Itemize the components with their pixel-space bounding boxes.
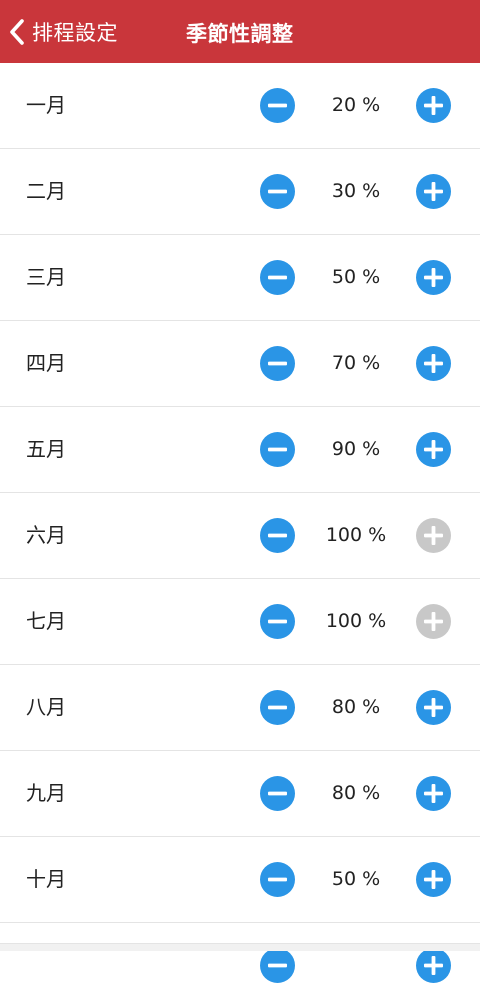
plus-circle-icon — [416, 776, 451, 811]
month-row: 七月 100 % — [0, 579, 480, 665]
decrease-button[interactable] — [260, 174, 295, 209]
decrease-button[interactable] — [260, 432, 295, 467]
month-label: 七月 — [26, 609, 66, 633]
month-row: 一月 20 % — [0, 63, 480, 149]
plus-circle-icon — [416, 518, 451, 553]
month-row: 四月 70 % — [0, 321, 480, 407]
minus-circle-icon — [260, 862, 295, 897]
minus-circle-icon — [260, 346, 295, 381]
month-label: 三月 — [26, 265, 66, 289]
decrease-button[interactable] — [260, 260, 295, 295]
percentage-value: 100 % — [325, 610, 387, 632]
increase-button[interactable] — [416, 260, 451, 295]
percentage-value: 20 % — [331, 94, 381, 116]
minus-circle-icon — [260, 174, 295, 209]
decrease-button[interactable] — [260, 862, 295, 897]
percentage-value: 70 % — [331, 352, 381, 374]
month-label: 十月 — [26, 867, 66, 891]
back-label: 排程設定 — [32, 21, 118, 45]
decrease-button[interactable] — [260, 604, 295, 639]
increase-button[interactable] — [416, 604, 451, 639]
plus-circle-icon — [416, 260, 451, 295]
back-button[interactable]: 排程設定 — [8, 14, 118, 50]
percentage-value: 80 % — [331, 696, 381, 718]
month-label: 五月 — [26, 437, 66, 461]
increase-button[interactable] — [416, 88, 451, 123]
month-row: 三月 50 % — [0, 235, 480, 321]
month-label: 四月 — [26, 351, 66, 375]
plus-circle-icon — [416, 690, 451, 725]
plus-circle-icon — [416, 88, 451, 123]
plus-circle-icon — [416, 862, 451, 897]
month-list: 一月 20 % 二月 30 % 三月 50 % 四月 70 % 五月 90 % 六月 100 % 七月 1… — [0, 63, 480, 983]
increase-button[interactable] — [416, 432, 451, 467]
increase-button[interactable] — [416, 518, 451, 553]
plus-circle-icon — [416, 174, 451, 209]
decrease-button[interactable] — [260, 88, 295, 123]
minus-circle-icon — [260, 432, 295, 467]
minus-circle-icon — [260, 776, 295, 811]
chevron-left-icon — [8, 18, 26, 46]
decrease-button[interactable] — [260, 346, 295, 381]
plus-circle-icon[interactable] — [416, 948, 451, 983]
minus-circle-icon — [260, 88, 295, 123]
plus-circle-icon — [416, 604, 451, 639]
percentage-value: 100 % — [325, 524, 387, 546]
minus-circle-icon[interactable] — [260, 948, 295, 983]
month-label: 一月 — [26, 93, 66, 117]
minus-circle-icon — [260, 690, 295, 725]
increase-button[interactable] — [416, 174, 451, 209]
percentage-value: 30 % — [331, 180, 381, 202]
increase-button[interactable] — [416, 862, 451, 897]
minus-circle-icon — [260, 604, 295, 639]
plus-circle-icon — [416, 346, 451, 381]
month-label: 八月 — [26, 695, 66, 719]
month-label: 六月 — [26, 523, 66, 547]
increase-button[interactable] — [416, 346, 451, 381]
month-row: 十月 50 % — [0, 837, 480, 923]
decrease-button[interactable] — [260, 690, 295, 725]
month-row: 九月 80 % — [0, 751, 480, 837]
month-row: 二月 30 % — [0, 149, 480, 235]
decrease-button[interactable] — [260, 776, 295, 811]
month-row: 五月 90 % — [0, 407, 480, 493]
minus-circle-icon — [260, 518, 295, 553]
app-header: 排程設定 季節性調整 — [0, 0, 480, 64]
page-title: 季節性調整 — [186, 22, 294, 46]
month-label: 二月 — [26, 179, 66, 203]
percentage-value: 50 % — [331, 266, 381, 288]
month-row: 六月 100 % — [0, 493, 480, 579]
increase-button[interactable] — [416, 690, 451, 725]
percentage-value: 90 % — [331, 438, 381, 460]
percentage-value: 50 % — [331, 868, 381, 890]
month-row: 八月 80 % — [0, 665, 480, 751]
minus-circle-icon — [260, 260, 295, 295]
decrease-button[interactable] — [260, 518, 295, 553]
increase-button[interactable] — [416, 776, 451, 811]
plus-circle-icon — [416, 432, 451, 467]
percentage-value: 80 % — [331, 782, 381, 804]
month-label: 九月 — [26, 781, 66, 805]
